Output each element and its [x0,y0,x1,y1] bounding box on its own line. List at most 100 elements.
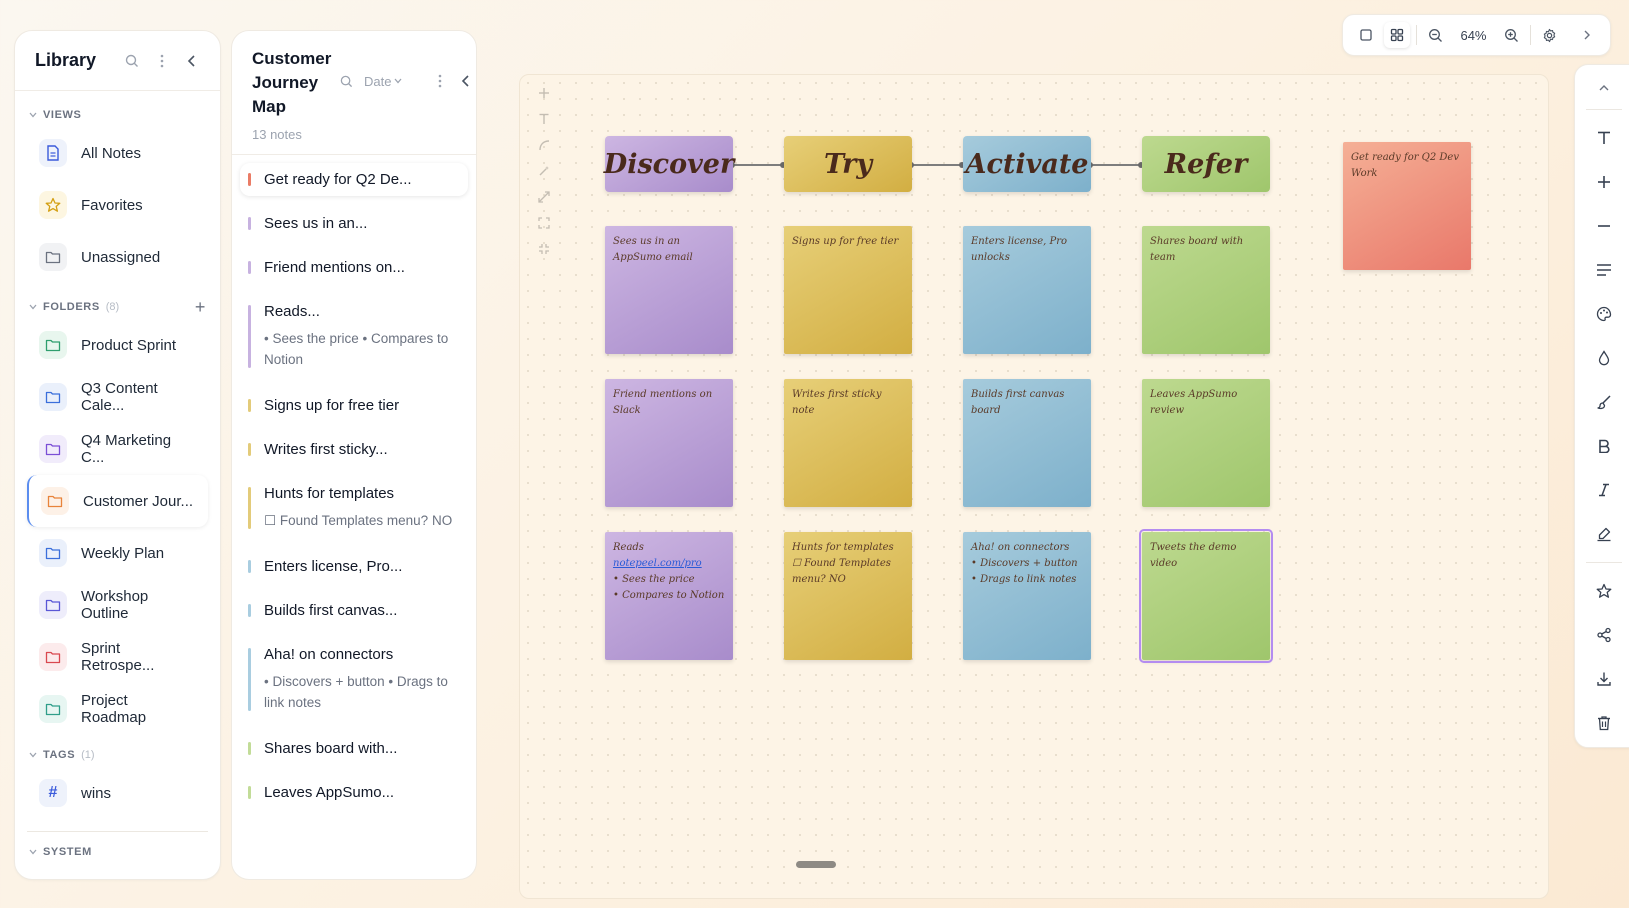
canvas-scroll-handle[interactable] [796,861,836,868]
tags-section-toggle[interactable]: TAGS (1) [15,743,220,767]
zoom-in-icon[interactable] [1499,22,1524,48]
nav-favorites[interactable]: Favorites [15,179,220,231]
italic-icon[interactable] [1589,468,1619,512]
note-list-item[interactable]: Aha! on connectors • Discovers + button •… [240,638,468,721]
note-list-item[interactable]: Reads... • Sees the price • Compares to N… [240,295,468,378]
favorite-star-icon[interactable] [1589,569,1619,613]
sticky-link[interactable]: notepeel.com/pro [613,558,702,569]
note-list-item[interactable]: Enters license, Pro... [240,550,468,583]
nav-unassigned[interactable]: Unassigned [15,231,220,283]
folder-item[interactable]: Weekly Plan [15,527,220,579]
sticky-note[interactable]: Friend mentions on Slack [605,379,733,507]
collapse-chevron-left-icon[interactable] [184,53,200,69]
sticky-note[interactable]: Sees us in an AppSumo email [605,226,733,354]
hash-icon: # [39,779,67,807]
more-vertical-icon[interactable] [154,53,170,69]
folder-item[interactable]: Workshop Outline [15,579,220,631]
note-list-item[interactable]: Shares board with... [240,732,468,765]
text-format-icon[interactable] [1589,116,1619,160]
search-icon[interactable] [338,73,354,89]
sticky-note[interactable]: Builds first canvas board [963,379,1091,507]
folder-item[interactable]: Sprint Retrospe... [15,631,220,683]
nav-all-notes[interactable]: All Notes [15,127,220,179]
folder-item[interactable]: Product Sprint [15,319,220,371]
toolbar-divider [1586,109,1622,110]
fit-view-icon[interactable] [535,215,553,231]
system-section-toggle[interactable]: SYSTEM [15,840,220,864]
download-icon[interactable] [1589,657,1619,701]
note-title: Leaves AppSumo... [264,784,395,801]
trash-icon[interactable] [1589,701,1619,745]
expand-icon[interactable] [535,189,553,205]
connector-line[interactable] [1090,164,1141,166]
add-icon[interactable] [535,85,553,101]
tag-item-wins[interactable]: # wins [15,767,220,819]
chevron-down-icon [29,849,37,855]
grid-view-icon[interactable] [1384,22,1410,48]
sticky-note[interactable]: Signs up for free tier [784,226,912,354]
fill-drop-icon[interactable] [1589,336,1619,380]
folder-item[interactable]: Project Roadmap [15,683,220,735]
zoom-out-icon[interactable] [1423,22,1448,48]
connector-line[interactable] [911,164,962,166]
sort-dropdown[interactable]: Date [364,74,402,89]
decrease-size-icon[interactable] [1589,204,1619,248]
single-view-icon[interactable] [1353,22,1378,48]
sticky-note[interactable]: Reads notepeel.com/pro • Sees the price … [605,532,733,660]
note-list-item[interactable]: Writes first sticky... [240,433,468,466]
sticky-line: Aha! on connectors [971,542,1070,553]
note-list-item[interactable]: Leaves AppSumo... [240,776,468,809]
note-list-item[interactable]: Friend mentions on... [240,251,468,284]
views-section-toggle[interactable]: VIEWS [15,103,220,127]
folder-item[interactable]: Customer Jour... [27,475,208,527]
board-canvas[interactable]: Discover Try Activate Refer Sees us in a… [519,74,1549,899]
sticky-line: menu? NO [792,574,846,585]
folder-label: Q4 Marketing C... [81,432,172,466]
bold-icon[interactable] [1589,424,1619,468]
sticky-note[interactable]: Leaves AppSumo review [1142,379,1270,507]
folder-item[interactable]: Q3 Content Cale... [15,371,220,423]
sticky-note[interactable]: Enters license, Pro unlocks [963,226,1091,354]
note-list-item[interactable]: Hunts for templates ☐ Found Templates men… [240,477,468,539]
note-list-item[interactable]: Get ready for Q2 De... [240,163,468,196]
increase-size-icon[interactable] [1589,160,1619,204]
connector-icon[interactable] [535,137,553,153]
stage-header-activate[interactable]: Activate [963,136,1091,192]
collapse-view-icon[interactable] [535,241,553,257]
text-icon[interactable] [535,111,553,127]
stage-header-discover[interactable]: Discover [604,136,734,192]
paint-brush-icon[interactable] [1589,380,1619,424]
canvas-mini-toolbar [530,85,558,257]
highlight-pen-icon[interactable] [1589,512,1619,556]
folders-section-toggle[interactable]: FOLDERS (8) + [15,295,220,319]
chevron-up-icon[interactable] [1589,73,1619,103]
note-list-item[interactable]: Builds first canvas... [240,594,468,627]
note-color-bar [248,305,251,368]
align-text-icon[interactable] [1589,248,1619,292]
magic-wand-icon[interactable] [535,163,553,179]
folder-label: Weekly Plan [81,544,165,562]
sticky-note[interactable]: Writes first sticky note [784,379,912,507]
chevron-right-icon[interactable] [1575,22,1600,48]
more-vertical-icon[interactable] [432,73,448,89]
sort-label: Date [364,73,392,89]
sticky-note[interactable]: Get ready for Q2 Dev Work [1343,142,1471,270]
color-palette-icon[interactable] [1589,292,1619,336]
folder-item[interactable]: Q4 Marketing C... [15,423,220,475]
settings-gear-icon[interactable] [1537,22,1562,48]
sticky-note-selected[interactable]: Tweets the demo video [1139,529,1273,663]
share-icon[interactable] [1589,613,1619,657]
notes-header: Customer Journey Map 13 notes Date [232,31,476,155]
sticky-note[interactable]: Shares board with team [1142,226,1270,354]
stage-header-refer[interactable]: Refer [1142,136,1270,192]
sticky-note[interactable]: Hunts for templates ☐ Found Templates me… [784,532,912,660]
connector-line[interactable] [732,164,783,166]
collapse-chevron-left-icon[interactable] [458,73,474,89]
search-icon[interactable] [124,53,140,69]
sticky-note[interactable]: Aha! on connectors • Discovers + button … [963,532,1091,660]
note-title: Get ready for Q2 De... [264,171,412,188]
note-list-item[interactable]: Sees us in an... [240,207,468,240]
note-list-item[interactable]: Signs up for free tier [240,389,468,422]
add-folder-button[interactable]: + [195,297,206,318]
stage-header-try[interactable]: Try [784,136,912,192]
